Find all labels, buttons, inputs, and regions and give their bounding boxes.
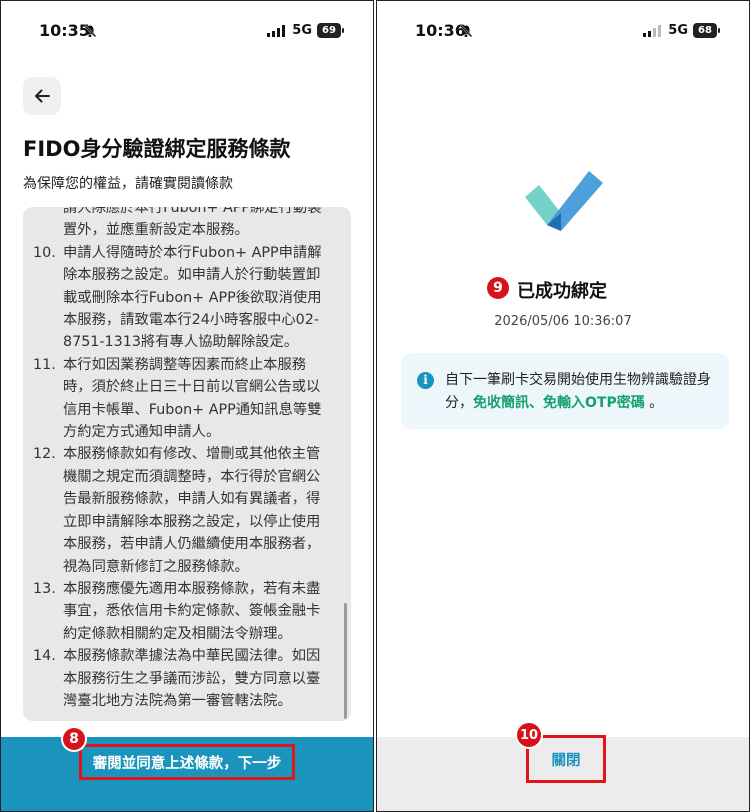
bell-off-icon [459, 24, 473, 38]
term-number: 14. [33, 648, 56, 665]
term-text: 本服務條款準據法為中華民國法律。如因本服務衍生之爭議而涉訟，雙方同意以臺灣臺北地… [63, 648, 321, 709]
info-text-highlight: 免收簡訊、免輸入OTP密碼 [473, 395, 645, 411]
agree-next-button[interactable]: 審閱並同意上述條款，下一步 [79, 744, 295, 780]
term-number: 11. [33, 356, 56, 373]
term-text: 本行如因業務調整等因素而終止本服務時，須於終止日三十日前以官網公告或以信用卡帳單… [63, 356, 322, 441]
status-bar: 10:36 5G 68 [377, 1, 749, 61]
network-label: 5G [668, 23, 688, 38]
info-text: 自下一筆刷卡交易開始使用生物辨識驗證身分，免收簡訊、免輸入OTP密碼 。 [445, 369, 715, 415]
scrollbar[interactable] [344, 603, 347, 719]
success-title: 已成功綁定 [517, 281, 607, 302]
success-screen: 10:36 5G 68 9 已成功綁定 2026/05/06 10:36:07 … [376, 0, 750, 812]
signal-icon [267, 25, 285, 37]
info-box: i 自下一筆刷卡交易開始使用生物辨識驗證身分，免收簡訊、免輸入OTP密碼 。 [401, 353, 729, 429]
checkmark-icon [525, 171, 603, 231]
info-text-suffix: 。 [649, 395, 664, 411]
term-continuation-line: 置外，並應重新設定本服務。 [63, 222, 249, 239]
battery-icon: 68 [693, 23, 720, 38]
page-title: FIDO身分驗證綁定服務條款 [23, 137, 291, 161]
step-marker-9: 9 [487, 277, 509, 299]
terms-scroll-area[interactable]: 請人除應於本行Fubon+ APP綁定行動裝 置外，並應重新設定本服務。 10.… [23, 207, 351, 721]
term-number: 12. [33, 446, 56, 463]
term-text: 本服務應優先適用本服務條款，若有未盡事宜，悉依信用卡約定條款、簽帳金融卡約定條款… [63, 580, 321, 642]
term-item: 10. 申請人得隨時於本行Fubon+ APP申請解除本服務之設定。如申請人於行… [33, 242, 329, 354]
battery-icon: 69 [317, 23, 344, 38]
term-item: 12. 本服務條款如有修改、增刪或其他依主管機關之規定而須調整時，本行得於官網公… [33, 443, 329, 577]
arrow-left-icon [35, 89, 50, 103]
status-bar: 10:35 5G 69 [1, 1, 373, 61]
term-text: 本服務條款如有修改、增刪或其他依主管機關之規定而須調整時，本行得於官網公告最新服… [63, 446, 321, 575]
bell-off-icon [83, 24, 97, 38]
success-timestamp: 2026/05/06 10:36:07 [494, 314, 632, 329]
term-item: 14. 本服務條款準據法為中華民國法律。如因本服務衍生之爭議而涉訟，雙方同意以臺… [33, 645, 329, 712]
term-number: 10. [33, 244, 56, 261]
term-text: 申請人得隨時於本行Fubon+ APP申請解除本服務之設定。如申請人於行動裝置卸… [63, 244, 322, 351]
term-item: 11. 本行如因業務調整等因素而終止本服務時，須於終止日三十日前以官網公告或以信… [33, 354, 329, 444]
back-button[interactable] [23, 77, 61, 115]
step-marker-8: 8 [63, 728, 85, 750]
page-subtitle: 為保障您的權益，請確實閱讀條款 [23, 176, 233, 192]
term-item: 13. 本服務應優先適用本服務條款，若有未盡事宜，悉依信用卡約定條款、簽帳金融卡… [33, 578, 329, 645]
network-label: 5G [292, 23, 312, 38]
step-marker-10: 10 [517, 723, 541, 747]
term-continuation-line: 請人除應於本行Fubon+ APP綁定行動裝 [63, 207, 322, 216]
term-number: 13. [33, 580, 56, 597]
signal-icon [643, 25, 661, 37]
info-icon: i [417, 372, 434, 389]
terms-screen: 10:35 5G 69 FIDO身分驗證綁定服務條款 為保障您的權益，請確實閱讀… [0, 0, 374, 812]
